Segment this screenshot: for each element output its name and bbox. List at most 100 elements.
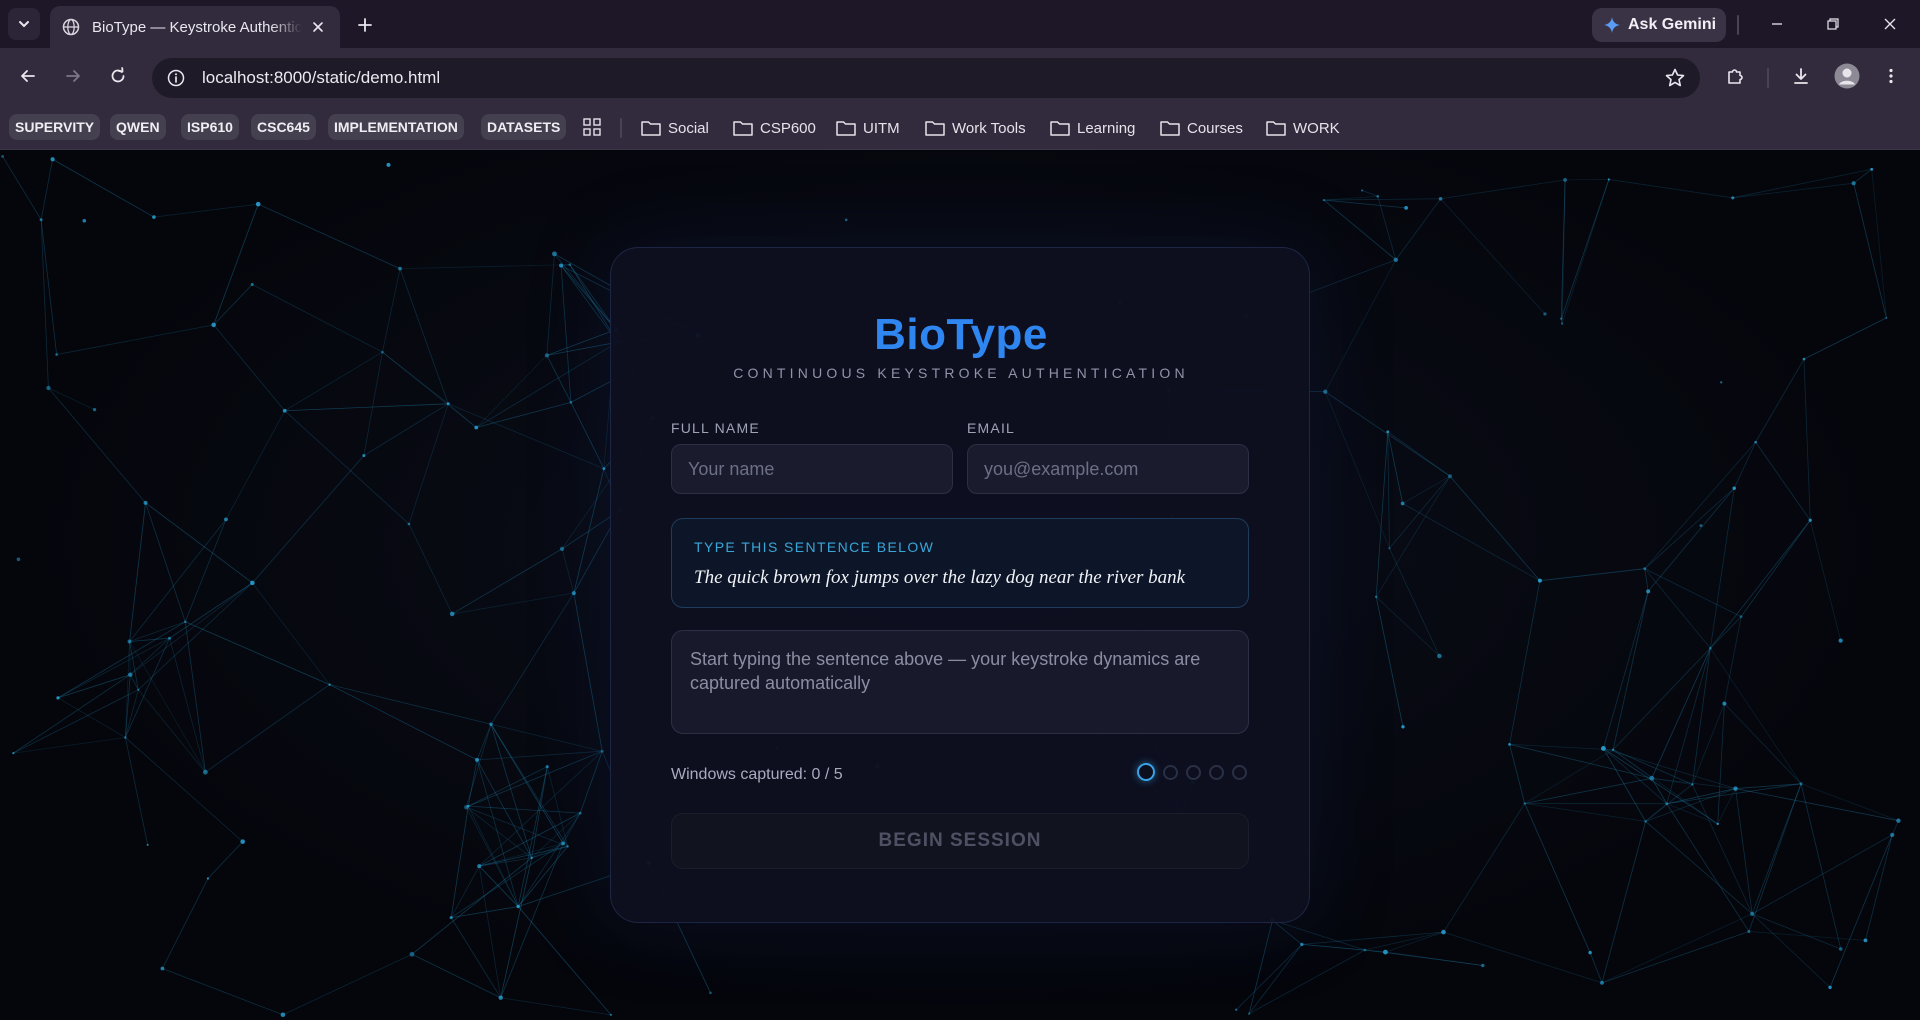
network-line (213, 204, 259, 326)
network-line (546, 329, 617, 356)
network-node (474, 425, 479, 430)
bookmark-implementation[interactable]: IMPLEMENTATION (328, 114, 464, 140)
reload-button[interactable] (102, 60, 134, 92)
bookmark-folder-work[interactable]: WORK (1266, 116, 1340, 140)
network-node (1600, 980, 1604, 985)
network-line (1301, 931, 1444, 945)
email-input[interactable] (967, 444, 1249, 494)
close-tab-icon[interactable] (308, 17, 328, 37)
bookmark-csc645[interactable]: CSC645 (251, 114, 316, 140)
divider (1767, 68, 1769, 88)
bookmark-folder-social[interactable]: Social (641, 116, 709, 140)
bookmark-star-icon[interactable] (1664, 67, 1686, 89)
network-line (1387, 431, 1390, 549)
network-line (382, 351, 477, 428)
network-node (1300, 942, 1304, 947)
network-line (1724, 703, 1802, 785)
network-line (451, 906, 519, 919)
network-line (1395, 198, 1441, 261)
network-line (1589, 952, 1603, 983)
network-node (569, 401, 573, 404)
network-node (1601, 746, 1606, 751)
downloads-button[interactable] (1785, 60, 1817, 92)
folder-icon (925, 121, 945, 136)
network-line (561, 548, 575, 594)
network-line (1645, 788, 1736, 822)
network-line (1644, 568, 1742, 618)
bookmark-folder-uitm[interactable]: UITM (836, 116, 900, 140)
bookmark-qwen[interactable]: QWEN (110, 114, 166, 140)
folder-icon (1266, 121, 1286, 136)
network-line (1644, 441, 1756, 569)
bookmark-folder-courses[interactable]: Courses (1160, 116, 1243, 140)
network-line (1364, 949, 1483, 966)
network-line (399, 268, 449, 404)
menu-button[interactable] (1875, 60, 1907, 92)
apps-grid-icon[interactable] (583, 118, 601, 136)
network-node (56, 696, 60, 700)
network-line (56, 324, 214, 355)
network-line (1803, 359, 1811, 521)
bookmark-folder-csp600[interactable]: CSP600 (733, 116, 816, 140)
network-node (1543, 312, 1547, 316)
bookmark-folder-work-tools[interactable]: Work Tools (925, 116, 1026, 140)
network-node (46, 385, 51, 391)
page-viewport: BioType CONTINUOUS KEYSTROKE AUTHENTICAT… (0, 151, 1920, 1020)
network-line (13, 674, 131, 754)
network-line (1603, 591, 1649, 749)
close-icon (1884, 18, 1896, 30)
network-node (1802, 357, 1806, 361)
network-line (1735, 788, 1899, 822)
network-node (552, 251, 557, 257)
network-line (1601, 913, 1753, 984)
back-button[interactable] (12, 60, 44, 92)
full-name-input[interactable] (671, 444, 953, 494)
bookmark-datasets[interactable]: DATASETS (481, 114, 567, 140)
network-line (1691, 703, 1725, 785)
network-node (1890, 832, 1895, 838)
bookmark-folder-learning[interactable]: Learning (1050, 116, 1135, 140)
begin-session-button[interactable]: BEGIN SESSION (671, 813, 1249, 869)
minimize-button[interactable] (1763, 10, 1791, 38)
network-line (1853, 183, 1887, 318)
network-line (252, 582, 330, 685)
network-node (1388, 547, 1391, 550)
restore-button[interactable] (1819, 10, 1847, 38)
network-node (1588, 950, 1592, 955)
network-line (207, 841, 243, 879)
network-line (213, 284, 253, 326)
network-line (185, 621, 330, 685)
network-line (468, 805, 581, 814)
tab-search-button[interactable] (8, 8, 40, 40)
network-line (125, 737, 243, 842)
sentence-prompt-box: TYPE THIS SENTENCE BELOW The quick brown… (671, 518, 1249, 608)
profile-avatar[interactable] (1831, 60, 1863, 92)
typing-input[interactable] (671, 630, 1249, 734)
progress-dot (1209, 764, 1224, 780)
new-tab-button[interactable] (352, 12, 378, 38)
network-node (160, 966, 165, 971)
close-window-button[interactable] (1876, 10, 1904, 38)
extensions-button[interactable] (1719, 60, 1751, 92)
active-tab[interactable]: BioType — Keystroke Authentication (50, 6, 340, 48)
site-info-icon[interactable] (158, 60, 194, 96)
network-node (578, 811, 582, 815)
address-bar[interactable]: localhost:8000/static/demo.html (152, 58, 1700, 98)
network-line (490, 723, 603, 752)
divider (620, 118, 622, 138)
network-line (329, 684, 478, 761)
forward-button[interactable] (57, 60, 89, 92)
bookmarks-bar: SUPERVITY QWEN ISP610 CSC645 IMPLEMENTAT… (0, 104, 1920, 150)
progress-dot (1163, 764, 1178, 780)
network-line (129, 519, 227, 642)
network-node (1561, 322, 1564, 325)
network-node (1361, 189, 1364, 192)
bookmark-isp610[interactable]: ISP610 (181, 114, 239, 140)
bookmark-supervity[interactable]: SUPERVITY (9, 114, 101, 140)
network-line (145, 502, 186, 622)
network-line (467, 805, 519, 907)
network-line (1752, 913, 1841, 950)
ask-gemini-button[interactable]: Ask Gemini (1592, 8, 1726, 42)
network-line (225, 410, 286, 520)
network-line (500, 843, 564, 998)
